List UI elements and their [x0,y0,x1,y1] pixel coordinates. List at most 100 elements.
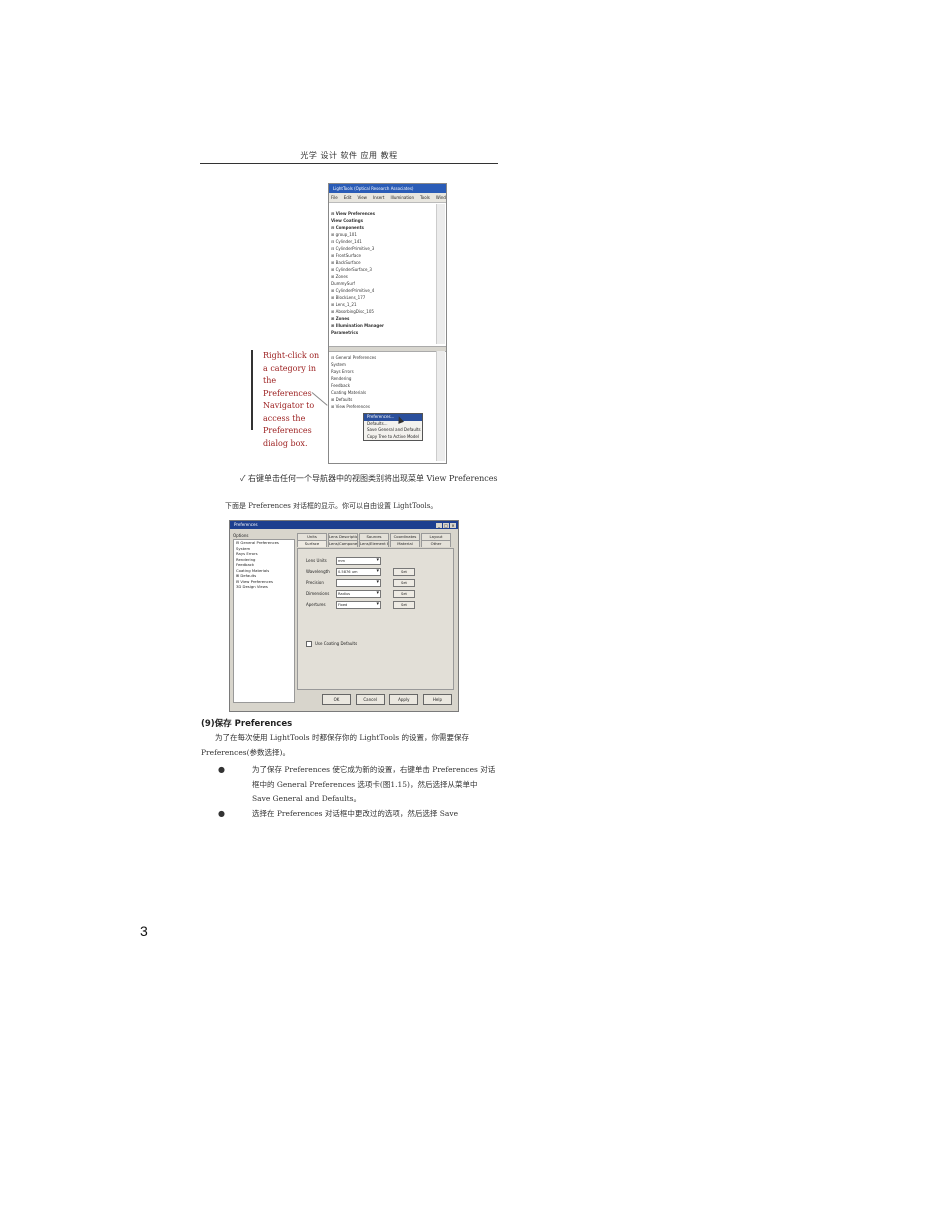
tree-node: ⊟ View Preferences [331,211,376,216]
menu-item: File [331,195,338,200]
checkbox-label: Use Coating Defaults [315,641,358,646]
menu-item: Illumination [390,195,415,200]
tree-node: ⊞ FrontSurface [331,253,361,258]
tree-node: DummySurf [331,281,355,286]
field-button: Set [393,601,415,609]
scrollbar [436,204,445,344]
tree-node: ⊞ BackSurface [331,260,361,265]
field-button: Set [393,590,415,598]
menu-item: Tools [420,195,430,200]
field-button: Set [393,579,415,587]
tree-node: ⊞ Defaults [331,397,353,402]
nav-item: 3D Design Views [236,584,268,589]
note-preferences-dialog: 下面是 Preferences 对话框的显示。你可以自由设置 LightTool… [225,502,438,510]
callout-text: Right-click on a category in the Prefere… [263,351,320,448]
field-select [336,579,381,587]
page-number: 3 [140,923,148,939]
tree-node: Rays Errors [331,369,354,374]
tab: Other [421,540,451,547]
menu-item: View [357,195,367,200]
checkbox-box [306,641,312,647]
tree-node: ⊞ Zones [331,274,348,279]
section-body: 为了在每次使用 LightTools 时都保存你的 LightTools 的设置… [201,733,469,757]
tab: Layout [421,533,451,540]
tree-node: View Coatings [331,218,363,223]
tree-node: ⊞ Lens_1_21 [331,302,357,307]
dialog-buttons: OK Cancel Apply Help [322,694,452,705]
form-row: Dimensions Radius Set [306,590,415,598]
bullet-text: 选择在 Preferences 对话框中更改过的选项，然后选择 Save [252,809,459,818]
tab: Lens/Element Elements [359,540,389,547]
context-menu: Preferences... Defaults... Save General an… [363,413,423,441]
field-select: mm [336,557,381,565]
preferences-dialog-screenshot: Preferences _ □ × Options ⊟ General Prefer… [229,520,459,712]
tree-node: ⊟ CylinderPrimitive_3 [331,246,375,251]
tree-node: ⊟ Cylinder_141 [331,239,362,244]
page-header: 光学 设计 软件 应用 教程 [200,150,498,164]
tree-node: ⊞ CylinderPrimitive_4 [331,288,375,293]
lighttools-window-screenshot: LightTools (Optical Research Associates)… [328,183,447,464]
tree-node: ⊞ CylinderSurface_3 [331,267,372,272]
form-row: Lens Units mm [306,557,381,565]
pane-splitter [329,346,446,352]
tree-node: Feedback [331,383,351,388]
use-coating-defaults-checkbox: Use Coating Defaults [306,641,357,647]
field-label: Dimensions [306,591,330,596]
tree-node: ⊟ General Preferences [331,355,377,360]
dialog-button: Help [422,694,452,705]
window-controls: _ □ × [435,522,456,530]
dialog-title: Preferences _ □ × [230,521,458,529]
field-label: Wavelength [306,569,330,574]
window-control-icon: _ [436,523,442,528]
options-label: Options [233,533,249,538]
components-tree: ⊟ View Preferences View Coatings ⊟ Compon… [331,210,436,336]
bullet-item-2: ● 选择在 Preferences 对话框中更改过的选项，然后选择 Save [218,807,498,822]
window-title: LightTools (Optical Research Associates) [329,184,446,193]
tab: Surface [297,540,327,547]
window-control-icon: × [450,523,456,528]
menu-item: Window [435,195,446,200]
menu-bar: File Edit View Insert Illumination Tools Windo… [329,193,446,203]
field-label: Apertures [306,602,326,607]
bullet-icon: ● [218,809,225,818]
field-button: Set [393,568,415,576]
field-select: 0.5876 um [336,568,381,576]
window-control-icon: □ [443,523,449,528]
tab: Material [390,540,420,547]
dialog-title-text: Preferences [234,522,258,527]
tree-node: Rendering [331,376,352,381]
tab: Lens Description [328,533,358,540]
section-title: (9)保存 Preferences [201,719,293,729]
tab-strip: Units Lens Description Sources Coordinates L… [297,533,452,547]
tab: Sources [359,533,389,540]
bullet-item-1: ● 为了保存 Preferences 使它成为新的设置，右键单击 Prefere… [218,763,498,803]
tree-node: ⊞ View Preferences [331,404,370,409]
tree-node: ⊞ group_101 [331,232,357,237]
tree-node: System [331,362,346,367]
tree-node: ⊞ BlockLens_177 [331,295,366,300]
field-select: Fixed [336,601,381,609]
units-panel: Use Coating Defaults Lens Units mm Wavelen… [297,548,454,690]
tree-node: Parametrics [331,330,359,335]
form-row: Apertures Fixed Set [306,601,415,609]
tree-node: ⊞ AbsorbingDisc_105 [331,309,374,314]
tree-node: ⊟ Components [331,225,364,230]
field-label: Lens Units [306,558,327,563]
preferences-navigator: ⊟ General Preferences System Rays Errors… [331,354,436,410]
scrollbar-lower [436,351,445,461]
menu-item: Insert [372,195,385,200]
menu-item: Edit [343,195,352,200]
tab: Units [297,533,327,540]
tree-node: Coating Materials [331,390,367,395]
form-row: Wavelength 0.5876 um Set [306,568,415,576]
note-view-preferences: ✓ 右键单击任何一个导航器中的视图类别将出现菜单 View Preference… [240,474,498,483]
context-menu-item: Save General and Defaults [367,427,421,432]
context-menu-item: Copy Tree to Active Model [367,433,419,439]
dialog-button: Cancel [355,694,385,705]
bullet-icon: ● [218,765,225,774]
tab: Coordinates [390,533,420,540]
tab: Lens/Component [328,540,358,547]
preferences-nav-tree: ⊟ General Preferences System Rays Errors… [233,539,295,703]
callout-bar [251,350,253,430]
dialog-button: OK [322,694,351,705]
